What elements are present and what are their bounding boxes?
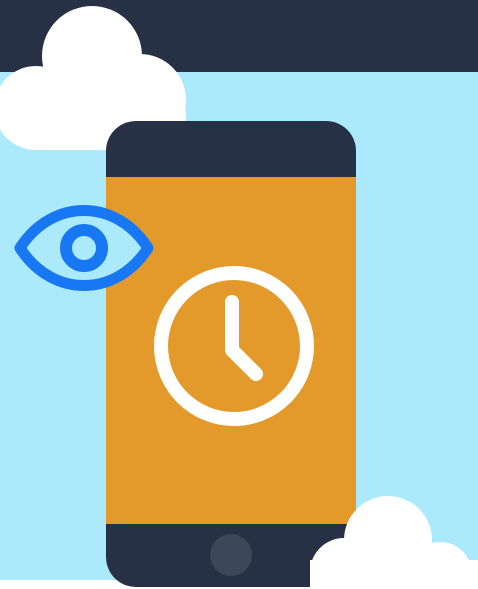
home-button [210,534,252,576]
illustration-canvas [0,0,478,589]
illustration [0,0,478,589]
eye-icon [14,205,154,291]
